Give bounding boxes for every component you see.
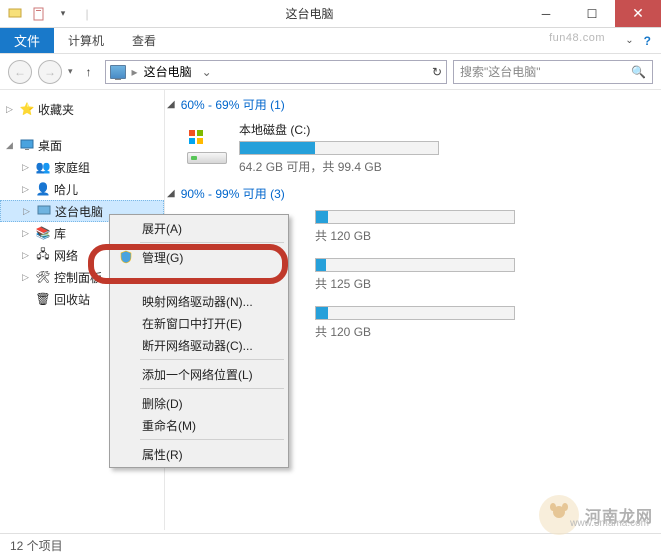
caret-icon[interactable]: ▷	[22, 162, 32, 173]
search-placeholder: 搜索"这台电脑"	[460, 63, 541, 80]
user-icon: 👤	[35, 181, 51, 197]
address-location[interactable]: 这台电脑	[144, 63, 192, 80]
computer-tab[interactable]: 计算机	[54, 28, 118, 53]
content-area: ▷ ⭐ 收藏夹 ◢ 桌面 ▷ 👥 家庭组 ▷ 👤 哈儿 ▷ 这台电脑 ▷ 📚	[0, 90, 661, 530]
title-bar: ▾ | 这台电脑 ─ ☐ ✕	[0, 0, 661, 28]
caret-icon[interactable]: ▷	[22, 228, 32, 239]
cm-newwindow[interactable]: 在新窗口中打开(E)	[112, 312, 286, 334]
drive-usage-bar	[315, 210, 515, 224]
cm-manage[interactable]: 管理(G)	[112, 246, 286, 268]
view-tab[interactable]: 查看	[118, 28, 170, 53]
maximize-button[interactable]: ☐	[569, 0, 615, 27]
drive-name: 本地磁盘 (C:)	[239, 121, 655, 138]
cm-delete[interactable]: 删除(D)	[112, 392, 286, 414]
expand-ribbon-icon[interactable]: ⌄	[625, 35, 633, 46]
group-header-1[interactable]: ◢ 60% - 69% 可用 (1)	[165, 96, 661, 113]
window-title: 这台电脑	[96, 5, 523, 22]
collapse-icon[interactable]: ◢	[167, 188, 175, 199]
search-icon: 🔍	[631, 65, 646, 79]
network-icon: 🖧	[35, 247, 51, 263]
cm-disconnect[interactable]: 断开网络驱动器(C)...	[112, 334, 286, 356]
cm-rename[interactable]: 重命名(M)	[112, 414, 286, 436]
qat-dropdown-icon[interactable]: ▾	[54, 5, 72, 23]
refresh-icon[interactable]: ↻	[432, 65, 442, 79]
drive-subtext: 共 125 GB	[315, 275, 655, 292]
drive-subtext: 64.2 GB 可用，共 99.4 GB	[239, 158, 655, 175]
address-toolbar: ← → ▾ ↑ ▸ 这台电脑 ⌄ ↻ 搜索"这台电脑" 🔍	[0, 54, 661, 90]
watermark-logo-icon	[539, 495, 579, 535]
forward-button[interactable]: →	[38, 60, 62, 84]
status-text: 12 个项目	[10, 537, 63, 554]
close-button[interactable]: ✕	[615, 0, 661, 27]
cm-properties[interactable]: 属性(R)	[112, 443, 286, 465]
watermark-url: www.3mama.com	[570, 518, 649, 529]
cm-expand[interactable]: 展开(A)	[112, 217, 286, 239]
cm-addlocation[interactable]: 添加一个网络位置(L)	[112, 363, 286, 385]
group-header-2[interactable]: ◢ 90% - 99% 可用 (3)	[165, 185, 661, 202]
drive-usage-bar	[315, 306, 515, 320]
caret-icon[interactable]: ◢	[6, 140, 16, 151]
drive-usage-bar	[315, 258, 515, 272]
file-tab[interactable]: 文件	[0, 28, 54, 53]
breadcrumb-sep-icon: ▸	[132, 65, 138, 79]
collapse-icon[interactable]: ◢	[167, 99, 175, 110]
up-button[interactable]: ↑	[79, 62, 99, 82]
address-box[interactable]: ▸ 这台电脑 ⌄ ↻	[105, 60, 447, 84]
libraries-icon: 📚	[35, 225, 51, 241]
caret-icon[interactable]: ▷	[22, 272, 32, 283]
drive-icon	[185, 130, 229, 166]
watermark-top: fun48.com	[549, 32, 605, 44]
tree-user[interactable]: ▷ 👤 哈儿	[0, 178, 164, 200]
caret-icon[interactable]: ▷	[22, 184, 32, 195]
tree-desktop[interactable]: ◢ 桌面	[0, 134, 164, 156]
recycle-icon: 🗑	[35, 291, 51, 307]
drive-usage-bar	[239, 141, 439, 155]
help-icon[interactable]: ?	[644, 34, 651, 48]
drive-subtext: 共 120 GB	[315, 227, 655, 244]
watermark-bottom: 河南龙网	[539, 495, 653, 535]
back-button[interactable]: ←	[8, 60, 32, 84]
qat-properties-icon[interactable]	[30, 5, 48, 23]
pc-icon	[110, 65, 126, 79]
context-menu: 展开(A) 管理(G) — 映射网络驱动器(N)... 在新窗口中打开(E) 断…	[109, 214, 289, 468]
history-dropdown-icon[interactable]: ▾	[68, 66, 73, 77]
star-icon: ⭐	[19, 101, 35, 117]
search-input[interactable]: 搜索"这台电脑" 🔍	[453, 60, 653, 84]
controlpanel-icon: 🛠	[35, 269, 51, 285]
status-bar: 12 个项目	[0, 533, 661, 557]
cm-hidden-item[interactable]: —	[112, 268, 286, 290]
address-dropdown-icon[interactable]: ⌄	[198, 65, 216, 79]
caret-icon[interactable]: ▷	[22, 250, 32, 261]
minimize-button[interactable]: ─	[523, 0, 569, 27]
caret-icon[interactable]: ▷	[6, 104, 16, 115]
cm-mapdrive[interactable]: 映射网络驱动器(N)...	[112, 290, 286, 312]
desktop-icon	[19, 137, 35, 153]
tree-favorites[interactable]: ▷ ⭐ 收藏夹	[0, 98, 164, 120]
caret-icon[interactable]: ▷	[23, 206, 33, 217]
drive-subtext: 共 120 GB	[315, 323, 655, 340]
homegroup-icon: 👥	[35, 159, 51, 175]
shield-icon	[118, 249, 134, 265]
qat-app-icon	[6, 5, 24, 23]
pc-icon	[36, 203, 52, 219]
drive-c[interactable]: 本地磁盘 (C:) 64.2 GB 可用，共 99.4 GB	[165, 117, 661, 185]
tree-homegroup[interactable]: ▷ 👥 家庭组	[0, 156, 164, 178]
